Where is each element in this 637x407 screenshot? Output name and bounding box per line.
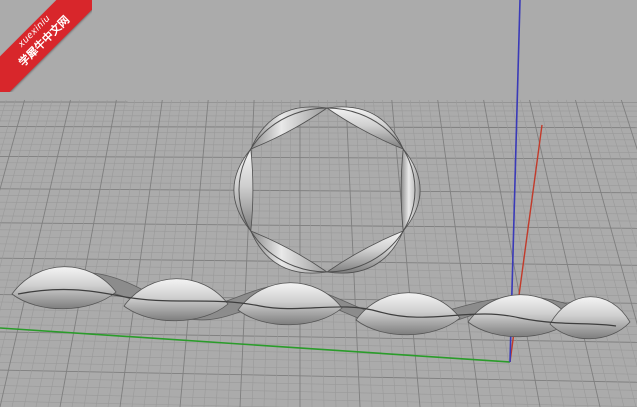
grid-line (95, 99, 145, 407)
grid-line (71, 99, 126, 407)
grid-line (0, 168, 637, 173)
grid-line (0, 215, 637, 222)
grid-line (0, 99, 35, 228)
grid-line (119, 99, 163, 407)
watermark-band: xuexiniu 学犀牛中文网 (0, 0, 92, 92)
grid-line (0, 143, 637, 147)
grid-line (0, 99, 71, 407)
grid-line (0, 99, 62, 359)
ring-twist-segment (233, 148, 254, 232)
grid-line (0, 137, 637, 141)
grid-line (0, 362, 637, 375)
grid-line (0, 155, 637, 160)
grid-line (0, 250, 637, 259)
grid-line (143, 99, 181, 407)
ring-twist-segment (400, 148, 421, 232)
grid-line (0, 385, 637, 399)
grid-line (0, 377, 637, 391)
grid-line (23, 99, 90, 407)
grid-line (0, 162, 637, 166)
construction-grid (0, 99, 637, 407)
grid-line (83, 99, 136, 407)
grid-line (0, 229, 637, 236)
grid-line (0, 99, 16, 156)
grid-line (0, 369, 637, 383)
viewport-scene[interactable] (0, 0, 637, 407)
strip-twist-segment (237, 282, 343, 326)
grid-line (0, 400, 289, 407)
strip-twist-segment (355, 292, 461, 336)
perspective-viewport[interactable]: xuexiniu 学犀牛中文网 (0, 0, 637, 407)
grid-line (11, 99, 80, 407)
grid-line (0, 181, 637, 187)
grid-line (419, 99, 457, 407)
grid-line (35, 99, 99, 407)
grid-line (107, 99, 154, 407)
grid-line (0, 188, 637, 194)
twisted-strip[interactable] (11, 266, 631, 340)
grid-line (0, 99, 7, 123)
grid-line (47, 99, 108, 407)
grid-line (0, 257, 637, 266)
grid-line (428, 99, 469, 407)
watermark-badge: xuexiniu 学犀牛中文网 (0, 0, 92, 92)
grid-line (0, 243, 637, 251)
grid-line (0, 201, 637, 208)
grid-line (308, 99, 313, 407)
grid-line (437, 99, 481, 407)
grid-line (0, 393, 637, 407)
ring-twist-segment (325, 230, 404, 274)
ring-twist-segment (250, 230, 329, 274)
grid-line (0, 99, 53, 312)
grid-line (0, 175, 637, 180)
grid-line (318, 99, 325, 407)
grid-line (0, 222, 637, 229)
grid-line (131, 99, 172, 407)
grid-line (59, 99, 117, 407)
